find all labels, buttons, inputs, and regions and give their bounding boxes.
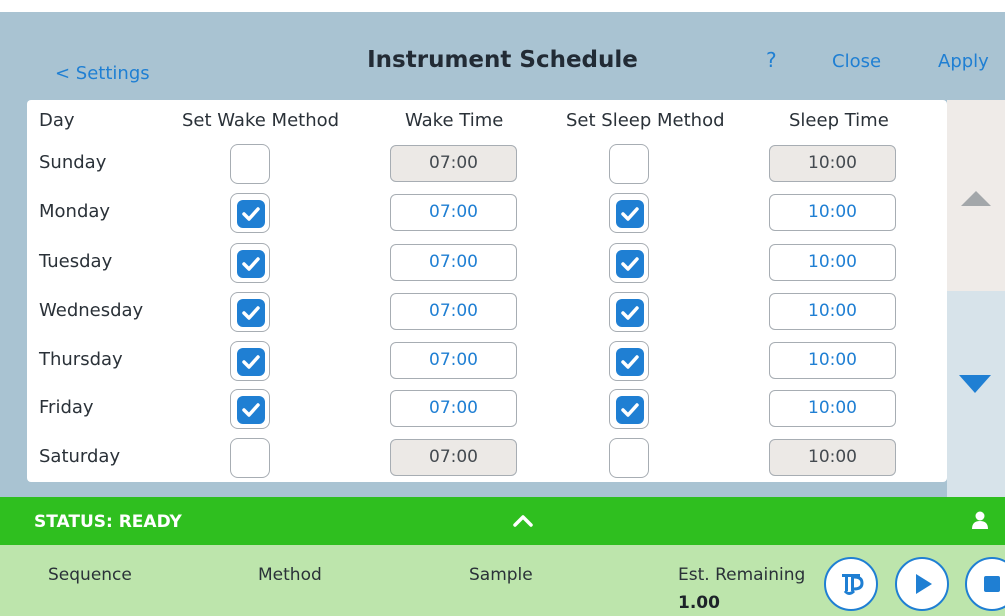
checkmark-icon	[616, 250, 644, 278]
stop-button[interactable]	[965, 557, 1005, 611]
table-row: Thursday 07:00 10:00	[27, 337, 947, 385]
play-icon	[916, 574, 932, 594]
apply-button[interactable]: Apply	[938, 51, 989, 72]
sequence-label: Sequence	[48, 565, 132, 585]
run-info-panel: Sequence Method Sample Est. Remaining 1.…	[0, 545, 1005, 616]
table-row: Friday 07:00 10:00	[27, 385, 947, 433]
wake-method-checkbox[interactable]	[230, 144, 270, 184]
sleep-time-field[interactable]: 10:00	[769, 342, 896, 379]
status-text: STATUS: READY	[34, 512, 182, 532]
est-remaining-value: 1.00	[678, 593, 720, 613]
triangle-down-icon	[959, 375, 991, 393]
sample-label: Sample	[469, 565, 533, 585]
wake-method-checkbox[interactable]	[230, 438, 270, 478]
pump-button[interactable]	[824, 557, 878, 611]
table-row: Tuesday 07:00 10:00	[27, 239, 947, 287]
sleep-method-checkbox[interactable]	[609, 292, 649, 332]
wake-method-checkbox[interactable]	[230, 341, 270, 381]
person-icon[interactable]	[970, 510, 990, 530]
wake-time-field[interactable]: 07:00	[390, 293, 517, 330]
checkmark-icon	[237, 200, 265, 228]
stop-icon	[984, 576, 1000, 592]
top-strip	[0, 0, 1005, 12]
checkmark-icon	[616, 200, 644, 228]
table-row: Saturday 07:00 10:00	[27, 434, 947, 482]
checkmark-icon	[237, 299, 265, 327]
day-name: Thursday	[39, 349, 123, 370]
column-header-set-wake-method: Set Wake Method	[182, 110, 340, 131]
wake-time-field[interactable]: 07:00	[390, 390, 517, 427]
wake-method-checkbox[interactable]	[230, 292, 270, 332]
table-row: Wednesday 07:00 10:00	[27, 288, 947, 336]
day-name: Sunday	[39, 152, 107, 173]
est-remaining-label: Est. Remaining	[678, 565, 806, 585]
sleep-time-field[interactable]: 10:00	[769, 145, 896, 182]
sleep-method-checkbox[interactable]	[609, 243, 649, 283]
method-label: Method	[258, 565, 322, 585]
status-bar[interactable]: STATUS: READY	[0, 497, 1005, 545]
sleep-time-field[interactable]: 10:00	[769, 194, 896, 231]
checkmark-icon	[237, 348, 265, 376]
chevron-up-icon[interactable]	[512, 511, 534, 529]
table-row: Sunday 07:00 10:00	[27, 140, 947, 188]
day-name: Friday	[39, 397, 94, 418]
checkmark-icon	[616, 348, 644, 376]
column-header-sleep-time: Sleep Time	[789, 110, 889, 131]
sleep-time-field[interactable]: 10:00	[769, 439, 896, 476]
wake-time-field[interactable]: 07:00	[390, 194, 517, 231]
sleep-method-checkbox[interactable]	[609, 144, 649, 184]
wake-time-field[interactable]: 07:00	[390, 342, 517, 379]
checkmark-icon	[616, 396, 644, 424]
close-button[interactable]: Close	[832, 51, 881, 72]
help-button[interactable]: ?	[766, 48, 777, 72]
sleep-time-field[interactable]: 10:00	[769, 244, 896, 281]
sleep-method-checkbox[interactable]	[609, 193, 649, 233]
scroll-up-button[interactable]	[947, 100, 1005, 291]
wake-method-checkbox[interactable]	[230, 389, 270, 429]
scroll-down-button[interactable]	[947, 291, 1005, 497]
checkmark-icon	[237, 396, 265, 424]
sleep-method-checkbox[interactable]	[609, 341, 649, 381]
day-name: Wednesday	[39, 300, 144, 321]
play-button[interactable]	[895, 557, 949, 611]
sleep-time-field[interactable]: 10:00	[769, 390, 896, 427]
day-name: Saturday	[39, 446, 121, 467]
column-header-day: Day	[39, 110, 75, 131]
checkmark-icon	[237, 250, 265, 278]
wake-time-field[interactable]: 07:00	[390, 439, 517, 476]
wake-time-field[interactable]: 07:00	[390, 244, 517, 281]
triangle-up-icon	[961, 191, 991, 206]
wake-method-checkbox[interactable]	[230, 193, 270, 233]
sleep-method-checkbox[interactable]	[609, 389, 649, 429]
column-header-wake-time: Wake Time	[405, 110, 504, 131]
day-name: Tuesday	[39, 251, 113, 272]
sleep-time-field[interactable]: 10:00	[769, 293, 896, 330]
checkmark-icon	[616, 299, 644, 327]
pump-icon	[842, 574, 864, 595]
wake-method-checkbox[interactable]	[230, 243, 270, 283]
column-header-set-sleep-method: Set Sleep Method	[566, 110, 725, 131]
wake-time-field[interactable]: 07:00	[390, 145, 517, 182]
table-row: Monday 07:00 10:00	[27, 189, 947, 237]
schedule-table: Day Set Wake Method Wake Time Set Sleep …	[27, 100, 947, 482]
sleep-method-checkbox[interactable]	[609, 438, 649, 478]
day-name: Monday	[39, 201, 111, 222]
